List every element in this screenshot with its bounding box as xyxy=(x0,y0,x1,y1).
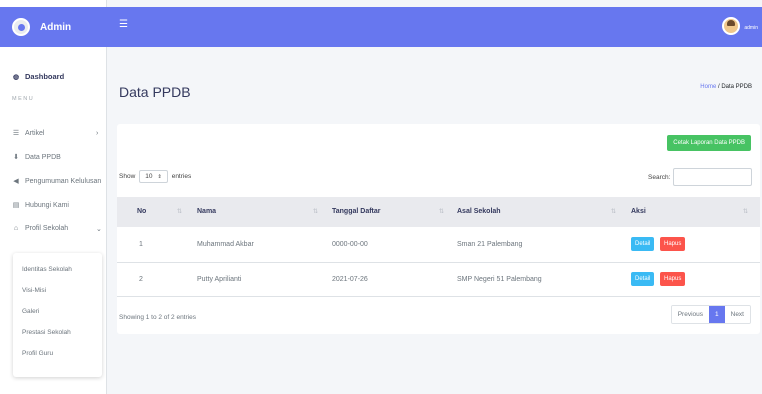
sidebar-item-label: Artikel xyxy=(25,129,45,137)
submenu-item-galeri[interactable]: Galeri xyxy=(22,308,39,315)
breadcrumb-separator: / xyxy=(717,84,720,90)
cell-no: 2 xyxy=(139,276,143,283)
cell-asal: SMP Negeri 51 Palembang xyxy=(457,276,542,283)
sidebar-item-dashboard[interactable]: ◍ Dashboard xyxy=(12,72,64,81)
submenu-item-identitas[interactable]: Identitas Sekolah xyxy=(22,266,72,273)
profil-sekolah-submenu: Identitas Sekolah Visi-Misi Galeri Prest… xyxy=(13,253,102,377)
sidebar-item-artikel[interactable]: ☰ Artikel › xyxy=(12,129,98,138)
user-avatar[interactable] xyxy=(722,17,740,35)
column-header-nama[interactable]: Nama xyxy=(197,208,216,215)
pagination: Previous 1 Next xyxy=(670,305,751,324)
cell-tanggal: 0000-00-00 xyxy=(332,241,368,248)
delete-button[interactable]: Hapus xyxy=(660,272,686,286)
submenu-item-visi-misi[interactable]: Visi-Misi xyxy=(22,287,46,294)
sidebar: Admin ◍ Dashboard MENU ☰ Artikel › ⬇ Dat… xyxy=(0,0,107,394)
breadcrumb-home-link[interactable]: Home xyxy=(700,84,716,90)
pagination-next[interactable]: Next xyxy=(724,306,750,323)
entries-select[interactable]: 10 ⇕ xyxy=(139,170,168,183)
row-divider xyxy=(117,262,760,263)
cell-tanggal: 2021-07-26 xyxy=(332,276,368,283)
sidebar-item-label: Hubungi Kami xyxy=(25,201,69,209)
column-header-aksi[interactable]: Aksi xyxy=(631,208,646,215)
chevron-right-icon: › xyxy=(96,129,99,137)
search-input[interactable] xyxy=(673,168,752,186)
sidebar-item-data-ppdb[interactable]: ⬇ Data PPDB xyxy=(12,153,61,162)
column-header-asal[interactable]: Asal Sekolah xyxy=(457,208,501,215)
pagination-page-1[interactable]: 1 xyxy=(709,306,725,323)
sidebar-item-label: Pengumuman Kelulusan xyxy=(25,177,102,185)
contact-card-icon: ▤ xyxy=(12,202,20,209)
chevron-down-icon: ⌄ xyxy=(96,225,102,233)
megaphone-icon: ◀ xyxy=(13,178,19,185)
breadcrumb-current: Data PPDB xyxy=(721,84,752,90)
hamburger-menu-icon[interactable]: ☰ xyxy=(119,19,128,30)
sidebar-item-profil-sekolah[interactable]: ⌂ Profil Sekolah ⌄ xyxy=(12,225,102,233)
cell-nama: Putty Aprilianti xyxy=(197,276,242,283)
page-title: Data PPDB xyxy=(119,84,191,100)
cell-nama: Muhammad Akbar xyxy=(197,241,254,248)
sort-icon[interactable]: ⇅ xyxy=(439,208,444,215)
sort-icon[interactable]: ⇅ xyxy=(743,208,748,215)
sidebar-item-hubungi-kami[interactable]: ▤ Hubungi Kami xyxy=(12,201,69,210)
sidebar-item-label: Data PPDB xyxy=(25,153,61,161)
detail-button[interactable]: Detail xyxy=(631,272,655,286)
entries-value: 10 xyxy=(145,173,153,180)
table-header: No ⇅ Nama ⇅ Tanggal Daftar ⇅ Asal Sekola… xyxy=(117,197,760,227)
sidebar-menu-header: MENU xyxy=(12,96,35,102)
building-icon: ⌂ xyxy=(13,225,19,232)
brand-title: Admin xyxy=(40,21,72,33)
cell-asal: Sman 21 Palembang xyxy=(457,241,523,248)
search-label: Search: xyxy=(648,174,671,181)
cell-no: 1 xyxy=(139,241,143,248)
submenu-item-prestasi[interactable]: Prestasi Sekolah xyxy=(22,329,71,336)
palette-icon: ◍ xyxy=(12,73,20,81)
sort-icon[interactable]: ⇅ xyxy=(313,208,318,215)
sidebar-item-label: Dashboard xyxy=(25,72,65,81)
show-entries: Show 10 ⇕ entries xyxy=(119,170,191,183)
sort-icon[interactable]: ⇅ xyxy=(177,208,182,215)
submenu-item-profil-guru[interactable]: Profil Guru xyxy=(22,350,53,357)
delete-button[interactable]: Hapus xyxy=(660,237,686,251)
column-header-tanggal[interactable]: Tanggal Daftar xyxy=(332,208,381,215)
row-divider xyxy=(117,296,760,297)
sidebar-item-label: Profil Sekolah xyxy=(25,225,69,232)
breadcrumb: Home / Data PPDB xyxy=(700,84,752,90)
user-name[interactable]: admin xyxy=(744,25,758,31)
sort-updown-icon: ⇕ xyxy=(157,173,162,180)
top-navbar: ☰ admin xyxy=(107,7,762,47)
brand-logo-icon xyxy=(12,18,30,36)
detail-button[interactable]: Detail xyxy=(631,237,655,251)
brand[interactable]: Admin xyxy=(0,7,107,47)
list-icon: ☰ xyxy=(12,130,20,137)
sidebar-item-pengumuman[interactable]: ◀ Pengumuman Kelulusan xyxy=(12,177,102,186)
show-label: Show xyxy=(119,173,136,180)
column-header-no[interactable]: No xyxy=(137,208,146,215)
download-icon: ⬇ xyxy=(13,154,19,161)
data-card: Cetak Laporan Data PPDB Show 10 ⇕ entrie… xyxy=(117,124,760,334)
table-info: Showing 1 to 2 of 2 entries xyxy=(119,314,196,321)
pagination-previous[interactable]: Previous xyxy=(671,306,709,323)
print-report-button[interactable]: Cetak Laporan Data PPDB xyxy=(667,135,751,151)
entries-label: entries xyxy=(171,173,192,180)
sort-icon[interactable]: ⇅ xyxy=(611,208,616,215)
